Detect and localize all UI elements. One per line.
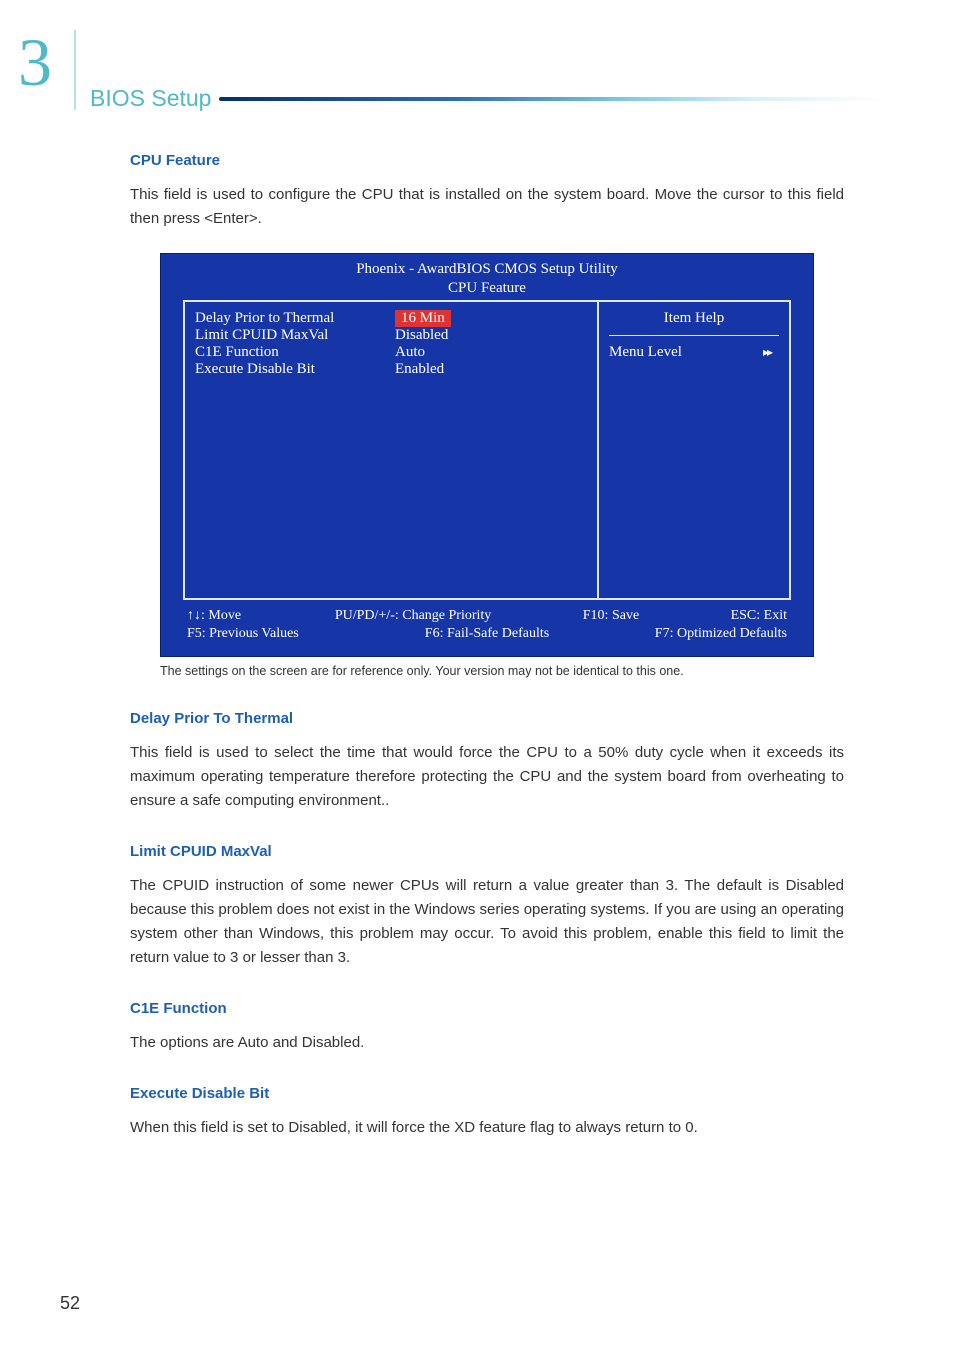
bios-menu-level-label: Menu Level <box>609 344 682 361</box>
heading-c1e: C1E Function <box>130 1000 844 1017</box>
bios-row: Limit CPUID MaxVal Disabled <box>195 327 587 344</box>
bios-setting-label: Delay Prior to Thermal <box>195 310 395 327</box>
bios-setting-value: Auto <box>395 344 425 361</box>
bios-title: Phoenix - AwardBIOS CMOS Setup Utility C… <box>161 254 813 300</box>
page-header: 3 BIOS Setup <box>0 0 954 45</box>
bios-main: Delay Prior to Thermal 16 Min Limit CPUI… <box>183 300 791 600</box>
bios-setting-value: Enabled <box>395 361 444 378</box>
heading-delay-prior: Delay Prior To Thermal <box>130 710 844 727</box>
heading-cpu-feature: CPU Feature <box>130 152 844 169</box>
bios-key-move: ↑↓: Move <box>187 608 335 624</box>
bios-screenshot: Phoenix - AwardBIOS CMOS Setup Utility C… <box>160 253 814 657</box>
bios-setting-value: Disabled <box>395 327 448 344</box>
bios-menu-level: Menu Level ▸▸ <box>609 344 779 361</box>
bios-title-line1: Phoenix - AwardBIOS CMOS Setup Utility <box>356 261 618 277</box>
bios-key-failsafe: F6: Fail-Safe Defaults <box>335 626 639 642</box>
bios-caption: The settings on the screen are for refer… <box>130 663 844 681</box>
bios-key-change: PU/PD/+/-: Change Priority <box>335 608 491 624</box>
bios-setting-label: Limit CPUID MaxVal <box>195 327 395 344</box>
bios-key-exit: ESC: Exit <box>639 608 787 624</box>
bios-row: Execute Disable Bit Enabled <box>195 361 587 378</box>
bios-item-help: Item Help <box>609 310 779 336</box>
text-cpu-feature: This field is used to configure the CPU … <box>130 183 844 231</box>
text-c1e: The options are Auto and Disabled. <box>130 1031 844 1055</box>
bios-footer: ↑↓: Move PU/PD/+/-: Change Priority F10:… <box>183 606 791 646</box>
page-content: CPU Feature This field is used to config… <box>130 140 844 1140</box>
text-delay-prior: This field is used to select the time th… <box>130 741 844 813</box>
bios-key-optimized: F7: Optimized Defaults <box>639 626 787 642</box>
bios-help-panel: Item Help Menu Level ▸▸ <box>599 302 789 598</box>
section-title-row: BIOS Setup <box>90 85 884 112</box>
bios-title-line2: CPU Feature <box>448 280 526 296</box>
bios-key-prev: F5: Previous Values <box>187 626 335 642</box>
bios-key-save: F10: Save <box>491 608 639 624</box>
page-number: 52 <box>60 1293 80 1314</box>
bios-setting-label: C1E Function <box>195 344 395 361</box>
header-divider <box>74 30 76 110</box>
text-exec-disable: When this field is set to Disabled, it w… <box>130 1116 844 1140</box>
chapter-number: 3 <box>18 28 52 96</box>
bios-row: Delay Prior to Thermal 16 Min <box>195 310 587 327</box>
heading-limit-cpuid: Limit CPUID MaxVal <box>130 843 844 860</box>
bios-settings-panel: Delay Prior to Thermal 16 Min Limit CPUI… <box>185 302 599 598</box>
arrow-right-icon: ▸▸ <box>763 345 771 360</box>
bios-setting-label: Execute Disable Bit <box>195 361 395 378</box>
heading-exec-disable: Execute Disable Bit <box>130 1085 844 1102</box>
section-title: BIOS Setup <box>90 85 211 112</box>
text-limit-cpuid: The CPUID instruction of some newer CPUs… <box>130 874 844 970</box>
gradient-rule <box>219 97 884 101</box>
bios-row: C1E Function Auto <box>195 344 587 361</box>
bios-setting-value-highlighted: 16 Min <box>395 310 451 327</box>
